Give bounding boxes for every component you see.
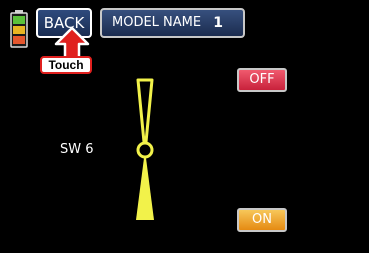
touch-hint-label: Touch bbox=[40, 56, 92, 74]
model-name-display[interactable]: MODEL NAME 1 bbox=[100, 8, 245, 38]
up-arrow-icon bbox=[54, 26, 90, 60]
screen-edge bbox=[369, 0, 377, 253]
switch-off-button[interactable]: OFF bbox=[237, 68, 287, 92]
switch-name-label: SW 6 bbox=[60, 142, 94, 157]
battery-icon bbox=[10, 10, 28, 48]
toggle-switch-icon bbox=[136, 78, 154, 220]
model-name-label: MODEL NAME bbox=[112, 15, 202, 30]
model-number: 1 bbox=[213, 15, 223, 31]
transmitter-screen: BACK MODEL NAME 1 Touch OFF SW 6 ON bbox=[0, 0, 377, 253]
switch-on-button[interactable]: ON bbox=[237, 208, 287, 232]
